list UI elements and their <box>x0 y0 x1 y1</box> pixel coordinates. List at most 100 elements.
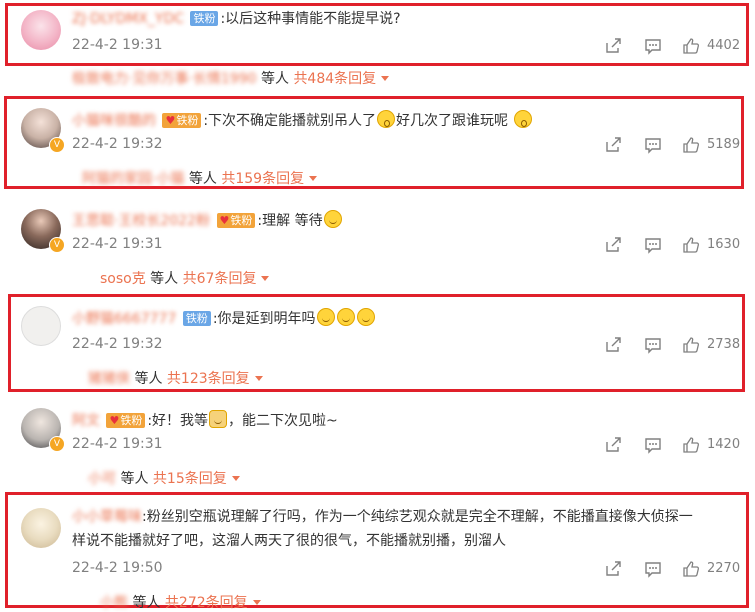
comment-time: 22-4-2 19:31 <box>72 37 163 53</box>
verified-icon: V <box>49 137 65 153</box>
share-icon[interactable] <box>604 436 622 454</box>
comment-username[interactable]: 小小草莓味 <box>72 509 142 525</box>
smile-emoji-icon <box>336 308 355 326</box>
comment-text: :粉丝别空瓶说理解了行吗，作为一个纯综艺观众就是完全不理解，不能播直接像大侦探一 <box>142 509 693 525</box>
fan-badge: ♥铁粉 <box>216 213 256 228</box>
comment-icon[interactable] <box>644 336 662 354</box>
avatar[interactable] <box>21 306 61 346</box>
share-icon[interactable] <box>604 336 622 354</box>
comment-text: :以后这种事情能不能提早说? <box>220 11 401 27</box>
comment-actions: 2738 <box>604 336 749 354</box>
heart-icon: ♥ <box>109 414 120 427</box>
comment-icon[interactable] <box>644 236 662 254</box>
like-count: 1630 <box>707 237 741 252</box>
replies-suffix: 等人 <box>188 171 217 187</box>
comment-icon[interactable] <box>644 136 662 154</box>
replies-summary[interactable]: 极致电力·见你万事·长情1990 等人 共484条回复 <box>72 68 390 88</box>
comment-icon[interactable] <box>644 436 662 454</box>
comment-item: ZJ·DLYDMX_YDC 铁粉:以后这种事情能不能提早说? 22-4-2 19… <box>0 0 755 90</box>
comment-text: :下次不确定能播就别吊人了 <box>203 113 377 129</box>
comment-username[interactable]: ZJ·DLYDMX_YDC <box>72 11 184 27</box>
dog-emoji-icon <box>209 410 228 428</box>
replies-summary[interactable]: 小熊 等人 共272条回复 <box>100 592 261 612</box>
replies-suffix: 等人 <box>132 595 161 611</box>
reply-usernames: 猪猪侠 <box>88 371 130 387</box>
verified-icon: V <box>49 237 65 253</box>
avatar[interactable] <box>21 508 61 548</box>
comment-item: 小小草莓味:粉丝别空瓶说理解了行吗，作为一个纯综艺观众就是完全不理解，不能播直接… <box>0 498 755 612</box>
like-count: 4402 <box>707 38 741 53</box>
chevron-down-icon <box>381 76 390 81</box>
replies-suffix: 等人 <box>134 371 163 387</box>
comment-actions: 1630 <box>604 236 749 254</box>
like-icon[interactable] <box>682 236 700 254</box>
chevron-down-icon <box>309 176 318 181</box>
share-icon[interactable] <box>604 37 622 55</box>
replies-summary[interactable]: 小可 等人 共15条回复 <box>88 468 240 488</box>
fan-badge: 铁粉 <box>190 11 219 26</box>
share-icon[interactable] <box>604 560 622 578</box>
comment-icon[interactable] <box>644 560 662 578</box>
comment-username[interactable]: 小野猫6667777 <box>72 311 176 327</box>
like-icon[interactable] <box>682 436 700 454</box>
like-count: 2270 <box>707 561 741 576</box>
comment-text-cont: ，能二下次见啦~ <box>228 413 338 429</box>
replies-count-link[interactable]: 共123条回复 <box>167 371 250 387</box>
comment-text: :你是延到明年吗 <box>212 311 316 327</box>
replies-count-link[interactable]: 共15条回复 <box>153 471 227 487</box>
like-icon[interactable] <box>682 560 700 578</box>
fan-badge: ♥铁粉 <box>162 113 202 128</box>
comment-item: V 阿文 ♥铁粉:好！我等 ，能二下次见啦~ 22-4-2 19:31 1420 … <box>0 400 755 495</box>
like-count: 2738 <box>707 337 741 352</box>
chevron-down-icon <box>254 376 263 381</box>
chevron-down-icon <box>261 276 270 281</box>
reply-usernames: 阿猫的家园·小猫 <box>82 171 185 187</box>
smile-emoji-icon <box>316 308 335 326</box>
replies-suffix: 等人 <box>120 471 149 487</box>
chevron-down-icon <box>252 600 261 605</box>
comment-username[interactable]: 阿文 <box>72 413 100 429</box>
replies-summary[interactable]: soso克 等人 共67条回复 <box>100 268 270 288</box>
reply-usernames[interactable]: soso克 <box>100 271 146 287</box>
share-icon[interactable] <box>604 236 622 254</box>
heart-icon: ♥ <box>219 214 230 227</box>
comment-actions: 1420 <box>604 436 749 454</box>
replies-summary[interactable]: 猪猪侠 等人 共123条回复 <box>88 368 263 388</box>
replies-count-link[interactable]: 共484条回复 <box>293 71 376 87</box>
comment-time: 22-4-2 19:32 <box>72 336 163 352</box>
chevron-down-icon <box>231 476 240 481</box>
comment-time: 22-4-2 19:31 <box>72 436 163 452</box>
comment-text: :理解 等待 <box>257 213 323 229</box>
comment-time: 22-4-2 19:32 <box>72 136 163 152</box>
comment-username[interactable]: 王思聪·王校长2022粉 <box>72 213 210 229</box>
scared-emoji-icon <box>513 110 532 128</box>
smile-emoji-icon <box>356 308 375 326</box>
comment-username[interactable]: 小猫咪很酷的 <box>72 113 156 129</box>
like-icon[interactable] <box>682 336 700 354</box>
replies-suffix: 等人 <box>260 71 289 87</box>
replies-count-link[interactable]: 共67条回复 <box>183 271 257 287</box>
comment-actions: 2270 <box>604 560 749 578</box>
comment-item: 小野猫6667777 铁粉:你是延到明年吗 22-4-2 19:32 2738 … <box>0 298 755 398</box>
comment-text-line2: 样说不能播就好了吧，这溜人两天了很的很气，不能播就别播，别溜人 <box>72 533 506 549</box>
comment-item: V 王思聪·王校长2022粉 ♥铁粉:理解 等待 22-4-2 19:31 16… <box>0 200 755 295</box>
replies-summary[interactable]: 阿猫的家园·小猫 等人 共159条回复 <box>82 168 318 188</box>
like-count: 1420 <box>707 437 741 452</box>
crying-emoji-icon <box>323 210 342 228</box>
comment-actions: 4402 <box>604 37 749 55</box>
comment-text-cont: 好几次了跟谁玩呢 <box>396 113 509 129</box>
heart-icon: ♥ <box>165 114 176 127</box>
like-icon[interactable] <box>682 136 700 154</box>
like-count: 5189 <box>707 137 741 152</box>
replies-suffix: 等人 <box>150 271 179 287</box>
reply-usernames: 小可 <box>88 471 116 487</box>
avatar[interactable] <box>21 10 61 50</box>
share-icon[interactable] <box>604 136 622 154</box>
comment-time: 22-4-2 19:50 <box>72 560 163 576</box>
replies-count-link[interactable]: 共272条回复 <box>165 595 248 611</box>
like-icon[interactable] <box>682 37 700 55</box>
replies-count-link[interactable]: 共159条回复 <box>221 171 304 187</box>
comment-actions: 5189 <box>604 136 749 154</box>
comment-item: V 小猫咪很酷的 ♥铁粉:下次不确定能播就别吊人了 好几次了跟谁玩呢 22-4-2… <box>0 100 755 200</box>
comment-icon[interactable] <box>644 37 662 55</box>
